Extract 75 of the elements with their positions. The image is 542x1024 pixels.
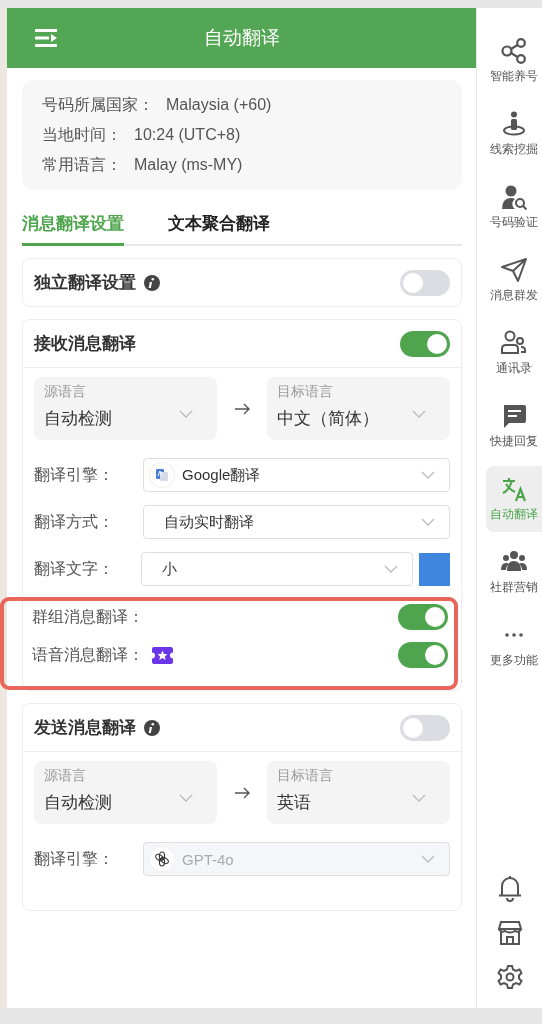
info-label: 常用语言： bbox=[42, 155, 122, 175]
sidebar-item[interactable]: 消息群发 bbox=[485, 247, 542, 313]
toggle-switch[interactable] bbox=[400, 269, 450, 296]
sidebar-item[interactable]: 号码验证 bbox=[485, 174, 542, 240]
person-search-icon bbox=[500, 183, 528, 210]
toggle-switch[interactable] bbox=[400, 330, 450, 357]
tab[interactable]: 文本聚合翻译 bbox=[168, 204, 270, 246]
swirl-logo-icon bbox=[154, 851, 170, 867]
field-label: 翻译文字： bbox=[34, 558, 115, 579]
section-title: 独立翻译设置 bbox=[34, 272, 136, 294]
info-icon[interactable] bbox=[144, 274, 160, 291]
bell-icon[interactable] bbox=[496, 874, 523, 902]
select-value: 自动检测 bbox=[44, 408, 112, 430]
toggle-label: 语音消息翻译： bbox=[32, 644, 144, 665]
info-value: Malay (ms-MY) bbox=[134, 155, 243, 175]
engine-select[interactable]: Google翻译 bbox=[143, 458, 450, 492]
field-label: 翻译方式： bbox=[34, 511, 115, 532]
section-title: 发送消息翻译 bbox=[34, 717, 136, 739]
color-swatch[interactable] bbox=[419, 552, 450, 586]
field-label: 翻译引擎： bbox=[34, 848, 115, 869]
translate-logo-icon bbox=[155, 468, 169, 482]
chevron-icon bbox=[421, 471, 435, 479]
sidebar-item[interactable]: 通讯录 bbox=[485, 320, 542, 386]
chevron-icon bbox=[421, 855, 435, 863]
paper-plane-icon bbox=[500, 256, 528, 283]
sidebar-item[interactable]: 快捷回复 bbox=[485, 393, 542, 459]
select-value: 英语 bbox=[277, 792, 311, 814]
section-title: 接收消息翻译 bbox=[34, 333, 136, 355]
select-label: 目标语言 bbox=[277, 767, 334, 785]
select-value: 自动实时翻译 bbox=[164, 512, 254, 532]
mode-select[interactable]: 自动实时翻译 bbox=[143, 505, 450, 539]
language-select[interactable]: 源语言 自动检测 bbox=[34, 377, 217, 440]
field-label: 翻译引擎： bbox=[34, 464, 115, 485]
chevron-icon bbox=[412, 410, 426, 418]
chevron-icon bbox=[179, 794, 193, 802]
store-icon[interactable] bbox=[496, 920, 523, 946]
language-select[interactable]: 源语言 自动检测 bbox=[34, 761, 217, 824]
toggle-switch[interactable] bbox=[400, 714, 450, 741]
select-label: 源语言 bbox=[44, 383, 87, 401]
person-pin-icon bbox=[500, 110, 528, 137]
chevron-icon bbox=[421, 518, 435, 526]
info-label: 号码所属国家： bbox=[42, 95, 154, 115]
share-icon bbox=[500, 37, 528, 64]
select-value: Google翻译 bbox=[182, 465, 261, 485]
toggle-label: 群组消息翻译： bbox=[32, 606, 144, 627]
info-label: 当地时间： bbox=[42, 125, 122, 145]
translate-icon bbox=[500, 475, 528, 502]
select-value: 中文（简体） bbox=[277, 408, 379, 430]
chevron-icon bbox=[179, 410, 193, 418]
toggle-switch[interactable] bbox=[398, 642, 448, 668]
sidebar-item[interactable]: 社群营销 bbox=[485, 539, 542, 605]
select-value: 小 bbox=[162, 559, 177, 579]
select-value: GPT-4o bbox=[182, 850, 234, 868]
contacts-icon bbox=[500, 329, 528, 356]
select-label: 源语言 bbox=[44, 767, 87, 785]
language-select[interactable]: 目标语言 中文（简体） bbox=[267, 377, 450, 440]
arrow-icon bbox=[234, 786, 250, 799]
menu-icon[interactable] bbox=[35, 28, 59, 48]
size-select[interactable]: 小 bbox=[141, 552, 413, 586]
info-value: 10:24 (UTC+8) bbox=[134, 125, 241, 145]
sidebar-item[interactable]: 智能养号 bbox=[485, 28, 542, 94]
more-icon bbox=[505, 632, 523, 637]
sidebar-item[interactable]: 更多功能 bbox=[485, 612, 542, 678]
settings-icon[interactable] bbox=[496, 964, 523, 990]
page-title: 自动翻译 bbox=[203, 26, 280, 50]
select-label: 目标语言 bbox=[277, 383, 334, 401]
info-value: Malaysia (+60) bbox=[166, 95, 272, 115]
chevron-icon bbox=[384, 565, 398, 573]
select-value: 自动检测 bbox=[44, 792, 112, 814]
info-icon[interactable] bbox=[144, 719, 160, 736]
arrow-icon bbox=[234, 402, 250, 415]
toggle-switch[interactable] bbox=[398, 604, 448, 630]
chevron-icon bbox=[412, 794, 426, 802]
sidebar-item[interactable]: 线索挖掘 bbox=[485, 101, 542, 167]
language-select[interactable]: 目标语言 英语 bbox=[267, 761, 450, 824]
